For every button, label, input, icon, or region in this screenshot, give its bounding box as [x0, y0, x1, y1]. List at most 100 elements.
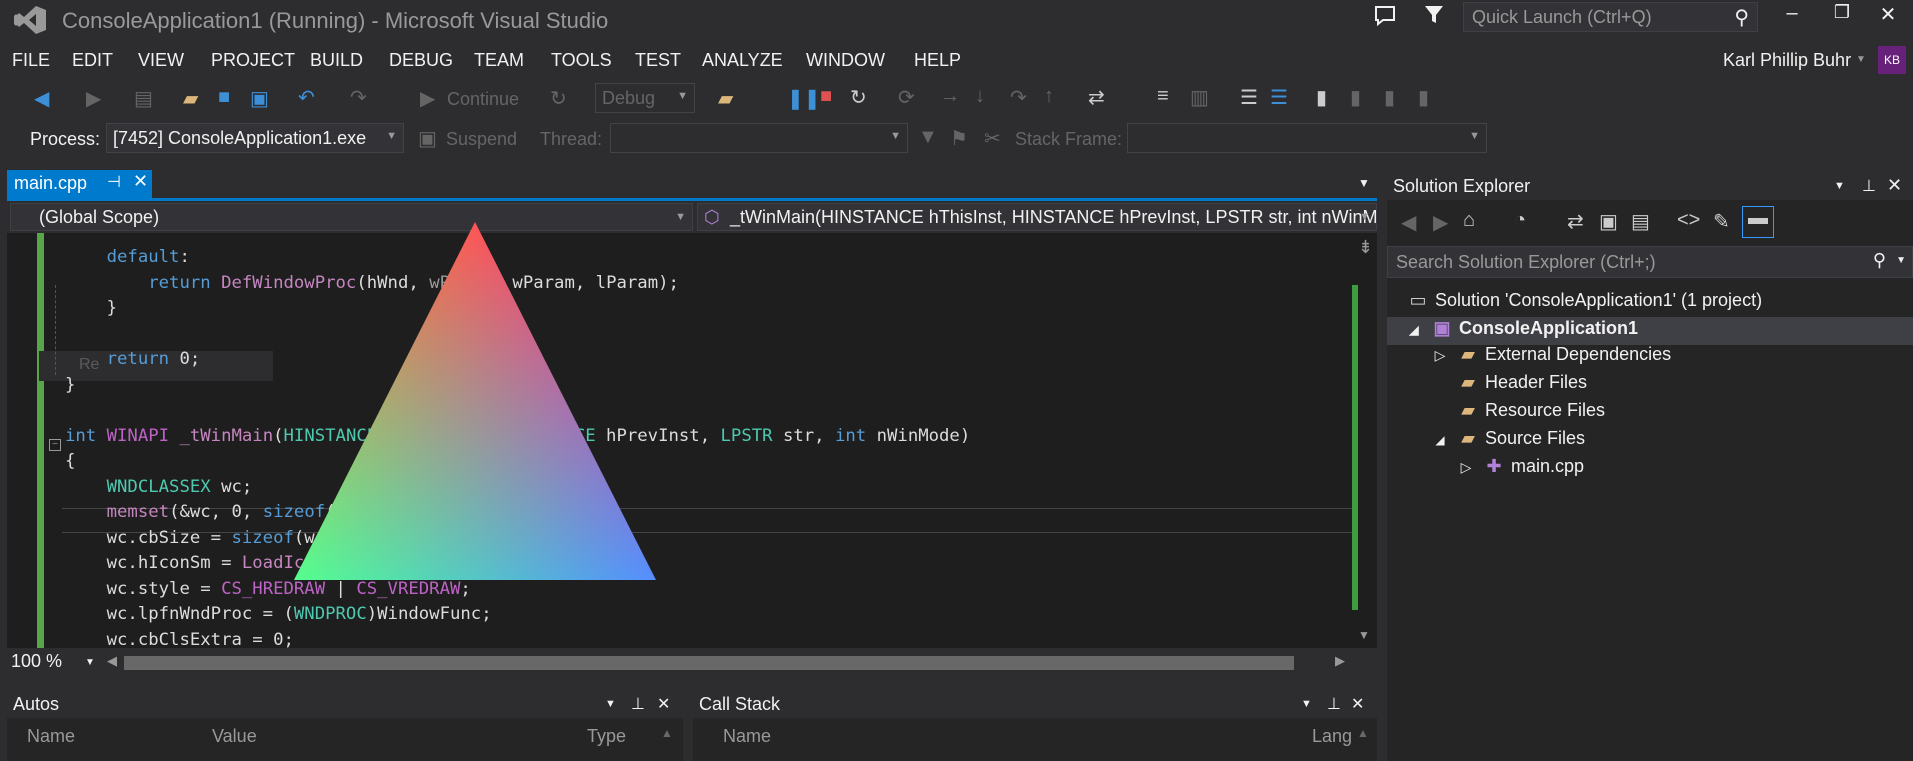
restore-button[interactable]: ❐ [1822, 2, 1862, 32]
open-file-icon[interactable]: ▰ [183, 86, 198, 111]
menu-tools[interactable]: TOOLS [551, 50, 612, 71]
restart-debugging-icon[interactable]: ↻ [850, 85, 867, 110]
close-panel-icon[interactable]: ✕ [1887, 175, 1902, 196]
stop-debugging-icon[interactable]: ■ [820, 85, 832, 108]
view-code-icon[interactable]: <> [1677, 209, 1700, 232]
avatar[interactable]: KB [1878, 46, 1906, 74]
column-name[interactable]: Name [27, 726, 75, 747]
forward-icon[interactable]: ▶ [86, 86, 101, 111]
show-all-files-icon[interactable]: ▤ [1631, 209, 1650, 234]
process-icon[interactable]: ▰ [718, 86, 733, 111]
show-next-statement-icon[interactable]: → [940, 85, 960, 108]
search-options-icon[interactable]: ▼ [1896, 255, 1906, 266]
vertical-scrollbar[interactable]: ⇟ ▼ [1352, 233, 1377, 648]
scroll-left-icon[interactable]: ◀ [107, 653, 117, 669]
pending-changes-icon[interactable]: ◔ [1514, 209, 1526, 232]
menu-project[interactable]: PROJECT [211, 50, 295, 71]
column-lang[interactable]: Lang [1312, 726, 1352, 747]
panel-menu-icon[interactable]: ▼ [605, 698, 616, 710]
zoom-level[interactable]: 100 % [11, 651, 62, 672]
next-bookmark-icon[interactable]: ▮ [1384, 85, 1395, 110]
pin-icon[interactable]: ⊥ [631, 694, 645, 714]
configuration-select[interactable]: Debug ▼ [595, 83, 695, 113]
menu-team[interactable]: TEAM [474, 50, 524, 71]
clear-bookmarks-icon[interactable]: ▮ [1418, 85, 1429, 110]
feedback-icon[interactable] [1373, 4, 1397, 28]
collapse-all-icon[interactable]: ▣ [1599, 209, 1618, 234]
column-type[interactable]: Type [587, 726, 626, 747]
suspend-button[interactable]: Suspend [446, 129, 517, 150]
column-value[interactable]: Value [212, 726, 257, 747]
home-icon[interactable]: ⌂ [1463, 209, 1475, 232]
code-editor[interactable]: Re − default: return DefWindowProc(hWnd,… [7, 233, 1352, 648]
scroll-right-icon[interactable]: ▶ [1335, 653, 1345, 669]
menu-analyze[interactable]: ANALYZE [702, 50, 783, 71]
restart-icon[interactable]: ↻ [550, 86, 567, 111]
comment-icon[interactable]: ☰ [1240, 85, 1258, 110]
step-out-icon[interactable]: ↑ [1044, 85, 1054, 108]
close-tab-icon[interactable]: ✕ [133, 171, 148, 192]
step-into-icon[interactable]: ↓ [975, 85, 985, 108]
undo-icon[interactable]: ↶ [298, 85, 315, 110]
refresh-icon[interactable]: ⟳ [898, 85, 915, 110]
menu-build[interactable]: BUILD [310, 50, 363, 71]
close-button[interactable]: ✕ [1868, 2, 1908, 32]
stack-frame-select[interactable]: ▼ [1127, 123, 1487, 153]
scrollbar-thumb[interactable] [1352, 285, 1358, 610]
tree-node-source-files[interactable]: ◢ ▰ Source Files [1429, 428, 1585, 449]
redo-icon[interactable]: ↷ [350, 85, 367, 110]
forward-icon[interactable]: ▶ [1433, 210, 1448, 235]
scroll-down-icon[interactable]: ▼ [1358, 628, 1370, 642]
scroll-up-icon[interactable]: ▲ [661, 726, 673, 740]
back-icon[interactable]: ◀ [34, 86, 49, 111]
pin-icon[interactable]: ⊥ [1862, 176, 1876, 196]
tree-node-header-files[interactable]: ▰ Header Files [1457, 372, 1587, 393]
horizontal-scrollbar[interactable] [124, 656, 1294, 670]
collapse-icon[interactable]: − [49, 439, 61, 451]
pin-icon[interactable]: ⊥ [1327, 694, 1341, 714]
diagnostics-icon[interactable]: ▥ [1190, 85, 1209, 110]
new-project-icon[interactable]: ▤ [134, 86, 153, 111]
preview-selected-icon[interactable]: ▬ [1742, 206, 1774, 238]
filter-notifications-icon[interactable] [1423, 4, 1445, 26]
uncomment-icon[interactable]: ☰ [1270, 85, 1288, 110]
bookmark-icon[interactable]: ▮ [1316, 85, 1327, 110]
panel-menu-icon[interactable]: ▼ [1301, 698, 1312, 710]
user-dropdown-icon[interactable]: ▼ [1856, 54, 1866, 65]
back-icon[interactable]: ◀ [1401, 210, 1416, 235]
sync-icon[interactable]: ⇄ [1567, 209, 1584, 234]
solution-search-input[interactable]: Search Solution Explorer (Ctrl+;) ⚲ ▼ [1387, 246, 1913, 278]
flag-threads-icon[interactable]: ▼ [918, 126, 938, 149]
save-icon[interactable]: ■ [218, 86, 230, 109]
menu-help[interactable]: HELP [914, 50, 961, 71]
menu-debug[interactable]: DEBUG [389, 50, 453, 71]
tree-node-resource-files[interactable]: ▰ Resource Files [1457, 400, 1605, 421]
function-select[interactable]: ⬡ _tWinMain(HINSTANCE hThisInst, HINSTANC… [697, 203, 1377, 231]
split-icon[interactable]: ⇟ [1358, 237, 1373, 258]
process-select[interactable]: [7452] ConsoleApplication1.exe ▼ [106, 123, 404, 153]
suspend-icon[interactable]: ▣ [418, 126, 437, 151]
show-external-code-icon[interactable]: ✂ [984, 126, 1001, 151]
pin-icon[interactable]: ⊣ [107, 172, 121, 192]
scroll-up-icon[interactable]: ▲ [1357, 726, 1369, 740]
tree-node-external-dependencies[interactable]: ▷ ▰ External Dependencies [1429, 344, 1672, 365]
break-all-icon[interactable]: ❚❚ [787, 86, 821, 111]
zoom-dropdown-icon[interactable]: ▼ [85, 657, 95, 668]
tab-main-cpp[interactable]: main.cpp ⊣ ✕ [7, 170, 152, 198]
menu-view[interactable]: VIEW [138, 50, 184, 71]
quick-launch-input[interactable]: Quick Launch (Ctrl+Q) ⚲ [1463, 2, 1758, 32]
close-panel-icon[interactable]: ✕ [1351, 694, 1364, 714]
close-panel-icon[interactable]: ✕ [657, 694, 670, 714]
user-name[interactable]: Karl Phillip Buhr [1723, 50, 1851, 71]
tree-node-project[interactable]: ◢ ▣ ConsoleApplication1 [1403, 318, 1638, 339]
menu-test[interactable]: TEST [635, 50, 681, 71]
menu-edit[interactable]: EDIT [72, 50, 113, 71]
prev-bookmark-icon[interactable]: ▮ [1350, 85, 1361, 110]
continue-icon[interactable]: ▶ [420, 86, 435, 111]
minimize-button[interactable]: – [1772, 2, 1812, 32]
tree-node-solution[interactable]: ▭ Solution 'ConsoleApplication1' (1 proje… [1407, 290, 1762, 311]
tab-dropdown-icon[interactable]: ▼ [1358, 176, 1370, 190]
hex-display-icon[interactable]: ⇄ [1088, 85, 1105, 110]
show-threads-icon[interactable]: ≡ [1157, 85, 1169, 108]
tree-node-main-cpp[interactable]: ▷ ✚ main.cpp [1455, 456, 1584, 477]
